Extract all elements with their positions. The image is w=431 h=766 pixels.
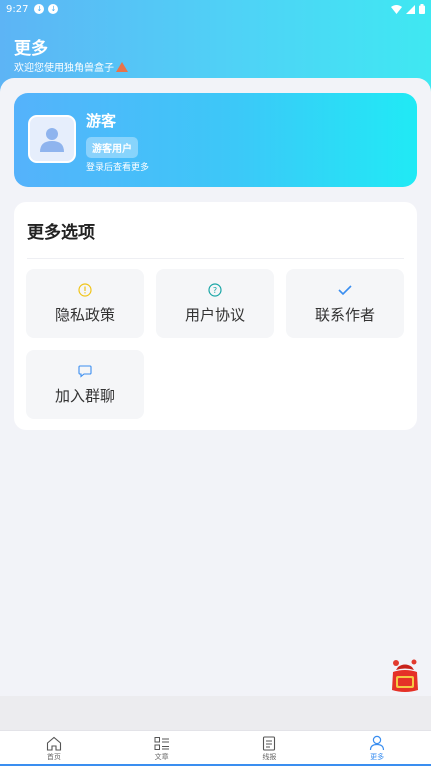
battery-icon <box>419 4 425 14</box>
tab-deals[interactable]: 线报 <box>216 731 324 766</box>
tab-articles[interactable]: 文章 <box>108 731 216 766</box>
option-user-agreement[interactable]: ? 用户协议 <box>156 269 274 338</box>
wifi-icon <box>391 4 402 14</box>
tab-more[interactable]: 更多 <box>323 731 431 766</box>
options-title: 更多选项 <box>27 223 95 243</box>
option-join-group[interactable]: 加入群聊 <box>26 350 144 419</box>
option-label: 隐私政策 <box>54 306 115 324</box>
home-icon <box>46 736 61 751</box>
check-icon <box>337 282 353 298</box>
option-contact-author[interactable]: 联系作者 <box>286 269 404 338</box>
avatar[interactable] <box>28 115 76 163</box>
svg-text:?: ? <box>213 286 217 295</box>
profile-name: 游客 <box>86 112 117 130</box>
signal-icon <box>406 4 415 14</box>
user-avatar-icon <box>40 128 64 152</box>
chat-bubble-icon <box>78 363 92 379</box>
subtitle-text: 欢迎您使用独角兽盒子 <box>14 63 114 74</box>
question-circle-icon: ? <box>208 282 222 298</box>
tab-bar: 首页 文章 线报 更多 <box>0 730 431 766</box>
redpacket-icon[interactable] <box>390 658 420 694</box>
option-privacy-policy[interactable]: 隐私政策 <box>26 269 144 338</box>
page-title: 更多 <box>14 39 48 59</box>
option-label: 联系作者 <box>314 306 375 324</box>
login-hint[interactable]: 登录后查看更多 <box>86 160 149 173</box>
tab-home[interactable]: 首页 <box>0 731 108 766</box>
app-notification-icon: ↓ <box>48 4 59 14</box>
bottom-spacer <box>0 696 431 730</box>
warning-triangle-icon <box>116 61 128 72</box>
tab-label: 更多 <box>370 753 385 761</box>
app-notification-icon: ↓ <box>34 4 45 14</box>
user-icon <box>370 735 385 751</box>
profile-badge: 游客用户 <box>86 137 138 158</box>
status-bar: 9:27 ↓ ↓ <box>0 0 431 18</box>
tab-label: 首页 <box>46 752 61 761</box>
divider <box>27 258 404 259</box>
document-icon <box>263 735 276 751</box>
tab-label: 文章 <box>154 752 169 761</box>
option-label: 用户协议 <box>184 306 245 324</box>
info-circle-icon <box>78 282 92 298</box>
page-subtitle: 欢迎您使用独角兽盒子 <box>14 59 128 74</box>
option-label: 加入群聊 <box>54 387 115 405</box>
tab-label: 线报 <box>262 752 277 761</box>
options-card: 更多选项 隐私政策 ? 用户协议 联系作者 加入群聊 <box>14 202 417 430</box>
list-icon <box>154 736 169 750</box>
profile-card[interactable]: 游客 游客用户 登录后查看更多 <box>14 93 417 187</box>
status-time: 9:27 <box>6 3 29 15</box>
